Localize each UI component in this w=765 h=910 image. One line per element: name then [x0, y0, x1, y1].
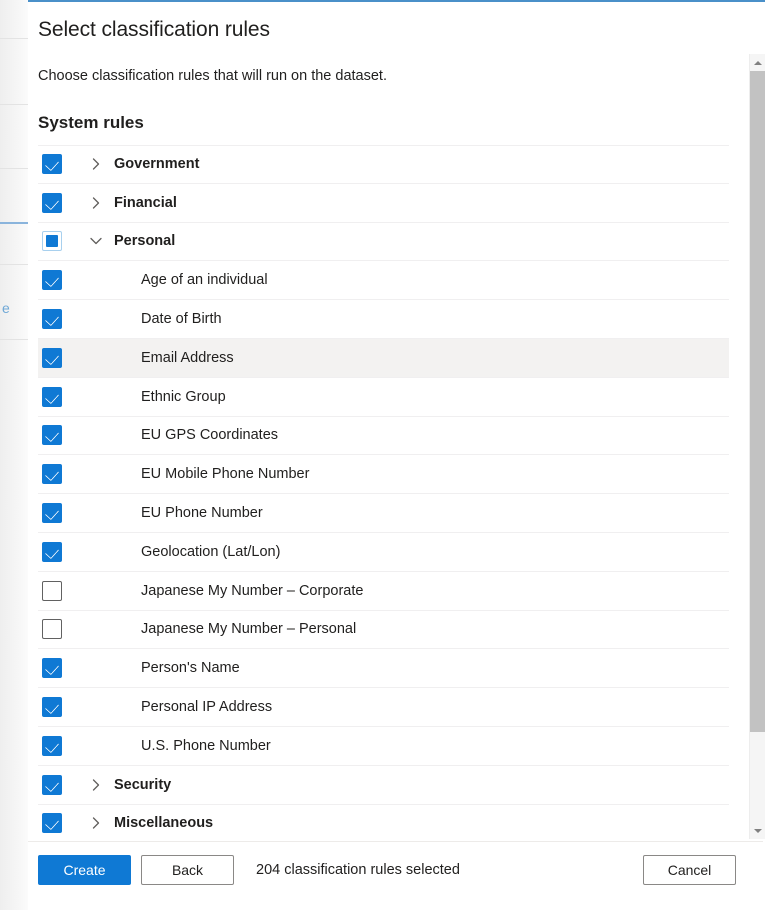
- background-separator: [0, 168, 28, 169]
- rule-checkbox[interactable]: [42, 425, 62, 446]
- rule-label: Security: [114, 776, 172, 793]
- rule-label: Personal IP Address: [141, 699, 273, 716]
- rule-label: Person's Name: [141, 660, 240, 677]
- rule-checkbox[interactable]: [42, 541, 62, 562]
- rule-row[interactable]: EU Mobile Phone Number: [38, 455, 729, 495]
- rule-label: EU Phone Number: [141, 505, 263, 522]
- rule-row[interactable]: Ethnic Group: [38, 378, 729, 417]
- rule-checkbox[interactable]: [42, 619, 62, 640]
- rule-label: Miscellaneous: [114, 815, 214, 832]
- rule-label: Personal: [114, 233, 176, 250]
- chevron-right-icon[interactable]: [88, 195, 104, 211]
- rule-checkbox[interactable]: [42, 347, 62, 368]
- background-link-fragment: e: [2, 300, 10, 316]
- rule-label: EU GPS Coordinates: [141, 427, 279, 444]
- chevron-right-icon[interactable]: [88, 156, 104, 172]
- rule-row[interactable]: Personal: [38, 223, 729, 262]
- background-separator: [0, 264, 28, 265]
- rule-row[interactable]: EU GPS Coordinates: [38, 417, 729, 456]
- chevron-right-icon[interactable]: [88, 815, 104, 831]
- rule-row[interactable]: Miscellaneous: [38, 805, 729, 843]
- chevron-down-icon[interactable]: [88, 233, 104, 249]
- scroll-down-arrow-button[interactable]: [750, 822, 765, 839]
- rule-row[interactable]: Geolocation (Lat/Lon): [38, 533, 729, 572]
- page-title: Select classification rules: [38, 18, 270, 41]
- chevron-right-icon[interactable]: [88, 777, 104, 793]
- rule-checkbox[interactable]: [42, 231, 62, 252]
- panel-header: Select classification rules Choose class…: [28, 2, 765, 86]
- rule-row[interactable]: EU Phone Number: [38, 494, 729, 533]
- rule-row[interactable]: Japanese My Number – Personal: [38, 611, 729, 650]
- background-page-fragment: e: [0, 0, 28, 910]
- rule-label: Japanese My Number – Corporate: [141, 582, 364, 599]
- rule-label: Japanese My Number – Personal: [141, 621, 357, 638]
- cancel-button[interactable]: Cancel: [643, 855, 736, 885]
- panel-footer: Create Back 204 classification rules sel…: [28, 841, 763, 910]
- rule-checkbox[interactable]: [42, 735, 62, 756]
- rule-label: Date of Birth: [141, 311, 222, 328]
- section-heading-system-rules: System rules: [38, 113, 144, 132]
- rule-checkbox[interactable]: [42, 309, 62, 330]
- rule-row[interactable]: Japanese My Number – Corporate: [38, 572, 729, 611]
- background-separator: [0, 339, 28, 340]
- rule-checkbox[interactable]: [42, 658, 62, 679]
- rule-row[interactable]: Age of an individual: [38, 261, 729, 301]
- back-button[interactable]: Back: [141, 855, 234, 885]
- rule-checkbox[interactable]: [42, 697, 62, 718]
- chevron-up-icon: [753, 60, 762, 65]
- rule-checkbox[interactable]: [42, 580, 62, 601]
- background-separator: [0, 104, 28, 105]
- rule-row[interactable]: Government: [38, 145, 729, 184]
- background-page-shade: [0, 0, 28, 910]
- background-accent-bar: [0, 222, 28, 224]
- page-subtitle: Choose classification rules that will ru…: [38, 68, 387, 84]
- rule-row[interactable]: Personal IP Address: [38, 688, 729, 727]
- rule-row[interactable]: Person's Name: [38, 649, 729, 689]
- rule-label: EU Mobile Phone Number: [141, 466, 310, 483]
- rule-row[interactable]: Date of Birth: [38, 300, 729, 339]
- rule-row[interactable]: Email Address: [38, 338, 729, 378]
- rule-label: Geolocation (Lat/Lon): [141, 543, 281, 560]
- selection-status-text: 204 classification rules selected: [256, 862, 460, 878]
- vertical-scrollbar[interactable]: [749, 54, 765, 839]
- rule-label: Government: [114, 156, 200, 173]
- rule-label: U.S. Phone Number: [141, 737, 271, 754]
- create-button[interactable]: Create: [38, 855, 131, 885]
- rule-checkbox[interactable]: [42, 270, 62, 291]
- rule-row[interactable]: Security: [38, 766, 729, 805]
- scrollbar-thumb[interactable]: [750, 71, 765, 732]
- rule-checkbox[interactable]: [42, 464, 62, 485]
- scroll-up-arrow-button[interactable]: [750, 54, 765, 71]
- rule-checkbox[interactable]: [42, 154, 62, 175]
- chevron-down-icon: [753, 828, 762, 833]
- rule-label: Age of an individual: [141, 272, 268, 289]
- rule-label: Financial: [114, 194, 177, 211]
- rule-label: Ethnic Group: [141, 388, 226, 405]
- rule-checkbox[interactable]: [42, 503, 62, 524]
- rule-row[interactable]: Financial: [38, 184, 729, 223]
- rules-list: Government Financial Personal Age of an ind…: [38, 145, 729, 843]
- background-separator: [0, 38, 28, 39]
- rule-checkbox[interactable]: [42, 386, 62, 407]
- rule-checkbox[interactable]: [42, 192, 62, 213]
- rule-row[interactable]: U.S. Phone Number: [38, 727, 729, 766]
- rule-checkbox[interactable]: [42, 813, 62, 834]
- classification-rules-panel: Select classification rules Choose class…: [28, 0, 765, 910]
- rule-label: Email Address: [141, 349, 234, 366]
- rule-checkbox[interactable]: [42, 774, 62, 795]
